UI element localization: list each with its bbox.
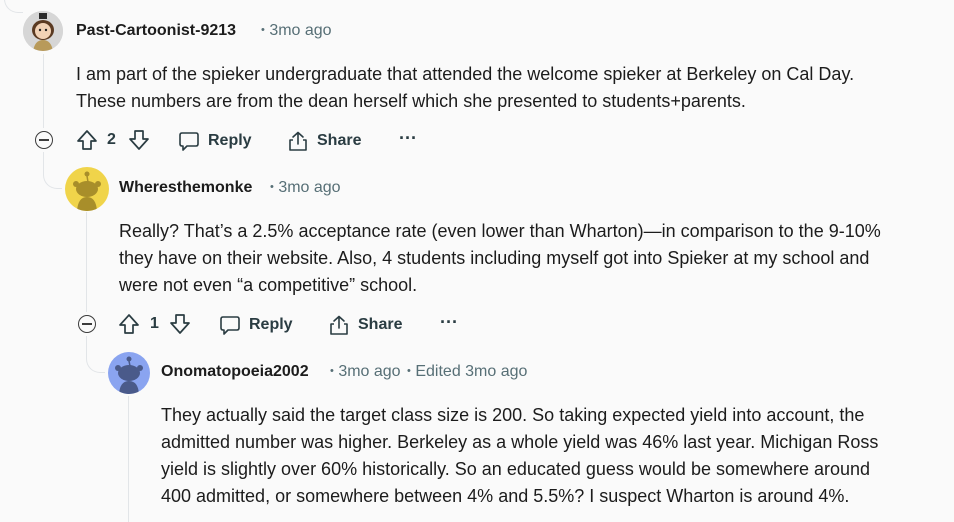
thread-line-2 bbox=[86, 212, 87, 312]
comment-time[interactable]: 3mo ago bbox=[269, 22, 331, 39]
snoo-avatar-icon bbox=[65, 167, 109, 211]
separator-dot: • bbox=[270, 181, 274, 193]
share-icon bbox=[330, 315, 348, 335]
comment-body: I am part of the spieker undergraduate t… bbox=[76, 61, 854, 115]
collapse-button[interactable] bbox=[35, 131, 53, 149]
comment-body-line: Really? That’s a 2.5% acceptance rate (e… bbox=[119, 221, 881, 241]
separator-dot: • bbox=[261, 24, 265, 36]
vote-count: 1 bbox=[150, 315, 159, 332]
share-label: Share bbox=[358, 316, 403, 333]
collapse-button[interactable] bbox=[78, 315, 96, 333]
thread-line-top bbox=[0, 0, 1, 10]
reply-button[interactable]: Reply bbox=[219, 314, 293, 336]
reply-button[interactable]: Reply bbox=[178, 130, 252, 152]
reply-label: Reply bbox=[249, 316, 293, 333]
comment-meta: • 3mo ago • Edited 3mo ago bbox=[330, 363, 527, 381]
share-button[interactable]: Share bbox=[287, 130, 361, 152]
avatar[interactable] bbox=[108, 352, 150, 394]
avatar[interactable] bbox=[23, 11, 63, 51]
comment-body-line: These numbers are from the dean herself … bbox=[76, 91, 746, 111]
downvote-icon bbox=[170, 314, 190, 334]
thread-curve-top bbox=[4, 0, 23, 13]
comment-time[interactable]: 3mo ago bbox=[338, 363, 400, 380]
share-button[interactable]: Share bbox=[328, 314, 402, 336]
comment-body: Really? That’s a 2.5% acceptance rate (e… bbox=[119, 218, 881, 299]
comment-body-line: 400 admitted, or somewhere between 4% an… bbox=[161, 486, 850, 506]
separator-dot: • bbox=[330, 365, 334, 377]
comment-meta: • 3mo ago bbox=[261, 22, 332, 40]
user-avatar-icon bbox=[23, 11, 63, 51]
avatar[interactable] bbox=[65, 167, 109, 211]
comment-body-line: were not even “a competitive” school. bbox=[119, 275, 418, 295]
comment-time[interactable]: 3mo ago bbox=[278, 179, 340, 196]
upvote-button[interactable] bbox=[76, 129, 98, 151]
share-icon bbox=[289, 131, 307, 151]
edited-label: Edited 3mo ago bbox=[415, 363, 528, 380]
comment-body-line: yield is slightly over 60% historically.… bbox=[161, 459, 871, 479]
comment-bubble-icon bbox=[220, 316, 240, 335]
downvote-button[interactable] bbox=[128, 129, 150, 151]
reply-label: Reply bbox=[208, 132, 252, 149]
more-icon: ··· bbox=[399, 128, 417, 148]
comment-body-line: admitted number was higher. Berkeley as … bbox=[161, 432, 879, 452]
thread-line-3 bbox=[128, 396, 129, 522]
comment-username[interactable]: Past-Cartoonist-9213 bbox=[76, 22, 236, 40]
snoo-avatar-icon bbox=[108, 352, 150, 394]
upvote-icon bbox=[119, 314, 139, 334]
comment-body-line: I am part of the spieker undergraduate t… bbox=[76, 64, 855, 84]
thread-line-1 bbox=[43, 54, 44, 128]
comment-username[interactable]: Onomatopoeia2002 bbox=[161, 363, 309, 381]
share-label: Share bbox=[317, 132, 362, 149]
separator-dot: • bbox=[407, 365, 411, 377]
comment-body-line: They actually said the target class size… bbox=[161, 405, 865, 425]
more-options-button[interactable]: ··· bbox=[440, 312, 458, 333]
more-icon: ··· bbox=[440, 312, 458, 332]
comment-body: They actually said the target class size… bbox=[161, 402, 878, 510]
comment-body-line: they have on their website. Also, 4 stud… bbox=[119, 248, 870, 268]
more-options-button[interactable]: ··· bbox=[399, 128, 417, 149]
vote-count: 2 bbox=[107, 131, 116, 148]
thread-curve-2 bbox=[86, 352, 105, 373]
upvote-icon bbox=[77, 130, 97, 150]
upvote-button[interactable] bbox=[118, 313, 140, 335]
comment-bubble-icon bbox=[179, 132, 199, 151]
comment-username[interactable]: Wheresthemonke bbox=[119, 179, 252, 197]
downvote-icon bbox=[129, 130, 149, 150]
downvote-button[interactable] bbox=[169, 313, 191, 335]
comment-meta: • 3mo ago bbox=[270, 179, 341, 197]
thread-curve-1 bbox=[43, 168, 62, 189]
